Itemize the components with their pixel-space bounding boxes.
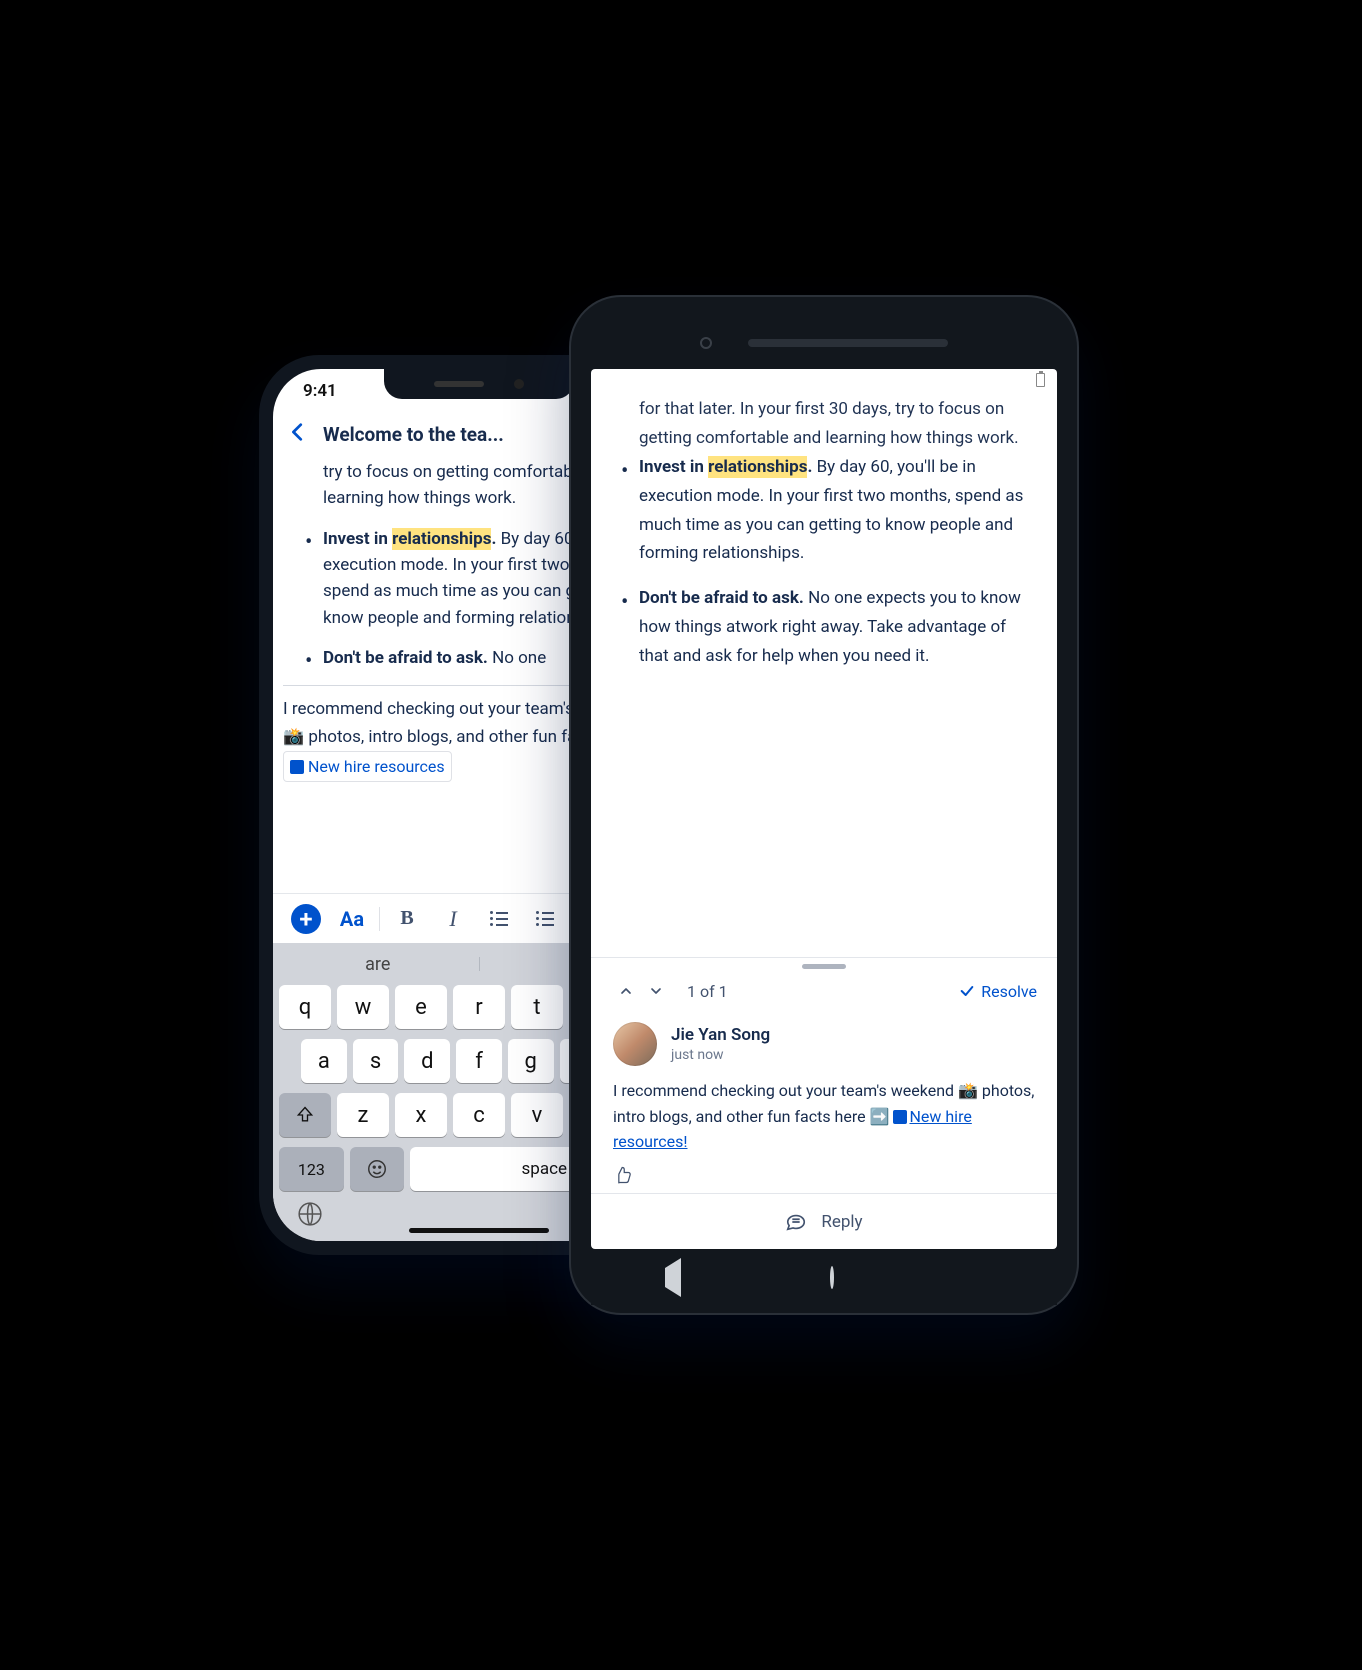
comment-body: I recommend checking out your team's wee… xyxy=(613,1078,1035,1155)
sheet-drag-handle[interactable] xyxy=(802,964,846,969)
document-content[interactable]: for that later. In your first 30 days, t… xyxy=(591,391,1057,697)
highlighted-text[interactable]: relationships xyxy=(708,456,807,478)
numbered-list-icon xyxy=(536,911,554,926)
comment-sheet: 1 of 1 Resolve Jie Yan Song just now xyxy=(591,957,1057,1249)
android-screen: for that later. In your first 30 days, t… xyxy=(591,369,1057,1249)
arrow-emoji: ➡️ xyxy=(870,1107,890,1126)
circle-home-icon xyxy=(830,1266,834,1289)
android-device: for that later. In your first 30 days, t… xyxy=(569,295,1079,1315)
numbers-key[interactable]: 123 xyxy=(279,1147,344,1191)
globe-icon xyxy=(297,1201,323,1227)
globe-key[interactable] xyxy=(297,1201,323,1231)
highlighted-text[interactable]: relationships xyxy=(392,528,491,550)
comment-icon xyxy=(785,1211,807,1233)
nav-home-button[interactable] xyxy=(830,1268,834,1287)
key-d[interactable]: d xyxy=(404,1039,450,1083)
key-x[interactable]: x xyxy=(395,1093,447,1137)
key-g[interactable]: g xyxy=(508,1039,554,1083)
toolbar-divider xyxy=(379,907,380,931)
reply-bar[interactable]: Reply xyxy=(591,1193,1057,1249)
like-button[interactable] xyxy=(613,1165,1035,1189)
key-f[interactable]: f xyxy=(456,1039,502,1083)
comment-counter: 1 of 1 xyxy=(687,982,728,1001)
key-r[interactable]: r xyxy=(453,985,505,1029)
doc-icon xyxy=(290,760,304,774)
reply-label: Reply xyxy=(821,1212,862,1232)
bold-button[interactable]: B xyxy=(384,899,430,939)
android-nav-bar xyxy=(591,1249,1057,1305)
iphone-notch xyxy=(384,369,574,399)
numbered-list-button[interactable] xyxy=(522,899,568,939)
insert-plus-button[interactable]: + xyxy=(283,899,329,939)
resolve-button[interactable]: Resolve xyxy=(959,982,1037,1001)
key-t[interactable]: t xyxy=(511,985,563,1029)
key-q[interactable]: q xyxy=(279,985,331,1029)
thumbs-up-icon xyxy=(613,1165,633,1185)
comment-timestamp: just now xyxy=(671,1047,770,1063)
shift-key[interactable] xyxy=(279,1093,331,1137)
status-time: 9:41 xyxy=(303,381,337,401)
battery-icon xyxy=(1036,373,1045,387)
comment-author: Jie Yan Song xyxy=(671,1025,770,1045)
home-indicator[interactable] xyxy=(409,1228,549,1233)
italic-button[interactable]: I xyxy=(430,899,476,939)
page-link-chip[interactable]: New hire resources xyxy=(283,751,452,783)
chevron-left-icon xyxy=(287,421,309,443)
back-button[interactable] xyxy=(287,421,309,448)
chevron-up-icon xyxy=(618,983,634,999)
doc-paragraph-cutoff[interactable]: for that later. In your first 30 days, t… xyxy=(617,395,1031,453)
doc-bullet-invest[interactable]: Invest in relationships. By day 60, you'… xyxy=(639,453,1031,569)
key-c[interactable]: c xyxy=(453,1093,505,1137)
key-z[interactable]: z xyxy=(337,1093,389,1137)
key-e[interactable]: e xyxy=(395,985,447,1029)
bulleted-list-icon xyxy=(490,911,508,926)
doc-icon xyxy=(893,1110,907,1124)
key-a[interactable]: a xyxy=(301,1039,347,1083)
triangle-back-icon xyxy=(665,1258,681,1297)
text-style-button[interactable]: Aa xyxy=(329,899,375,939)
plus-icon: + xyxy=(291,904,321,934)
comment-item: Jie Yan Song just now I recommend checki… xyxy=(591,1016,1057,1193)
camera-emoji: 📸 xyxy=(958,1081,978,1100)
avatar[interactable] xyxy=(613,1022,657,1066)
bulleted-list-button[interactable] xyxy=(476,899,522,939)
sheet-header: 1 of 1 Resolve xyxy=(591,972,1057,1016)
shift-icon xyxy=(295,1105,315,1125)
doc-bullet-ask[interactable]: Don't be afraid to ask. No one expects y… xyxy=(639,584,1031,671)
nav-back-button[interactable] xyxy=(665,1268,681,1287)
suggestion-1[interactable]: are xyxy=(277,949,479,979)
key-w[interactable]: w xyxy=(337,985,389,1029)
chevron-down-icon xyxy=(648,983,664,999)
camera-emoji: 📸 xyxy=(283,727,304,747)
emoji-icon xyxy=(366,1158,388,1180)
emoji-key[interactable] xyxy=(350,1147,404,1191)
android-status-bar xyxy=(591,369,1057,391)
prev-comment-button[interactable] xyxy=(611,976,641,1006)
key-v[interactable]: v xyxy=(511,1093,563,1137)
key-s[interactable]: s xyxy=(353,1039,399,1083)
next-comment-button[interactable] xyxy=(641,976,671,1006)
android-hardware-top xyxy=(591,317,1057,369)
check-icon xyxy=(959,983,975,999)
